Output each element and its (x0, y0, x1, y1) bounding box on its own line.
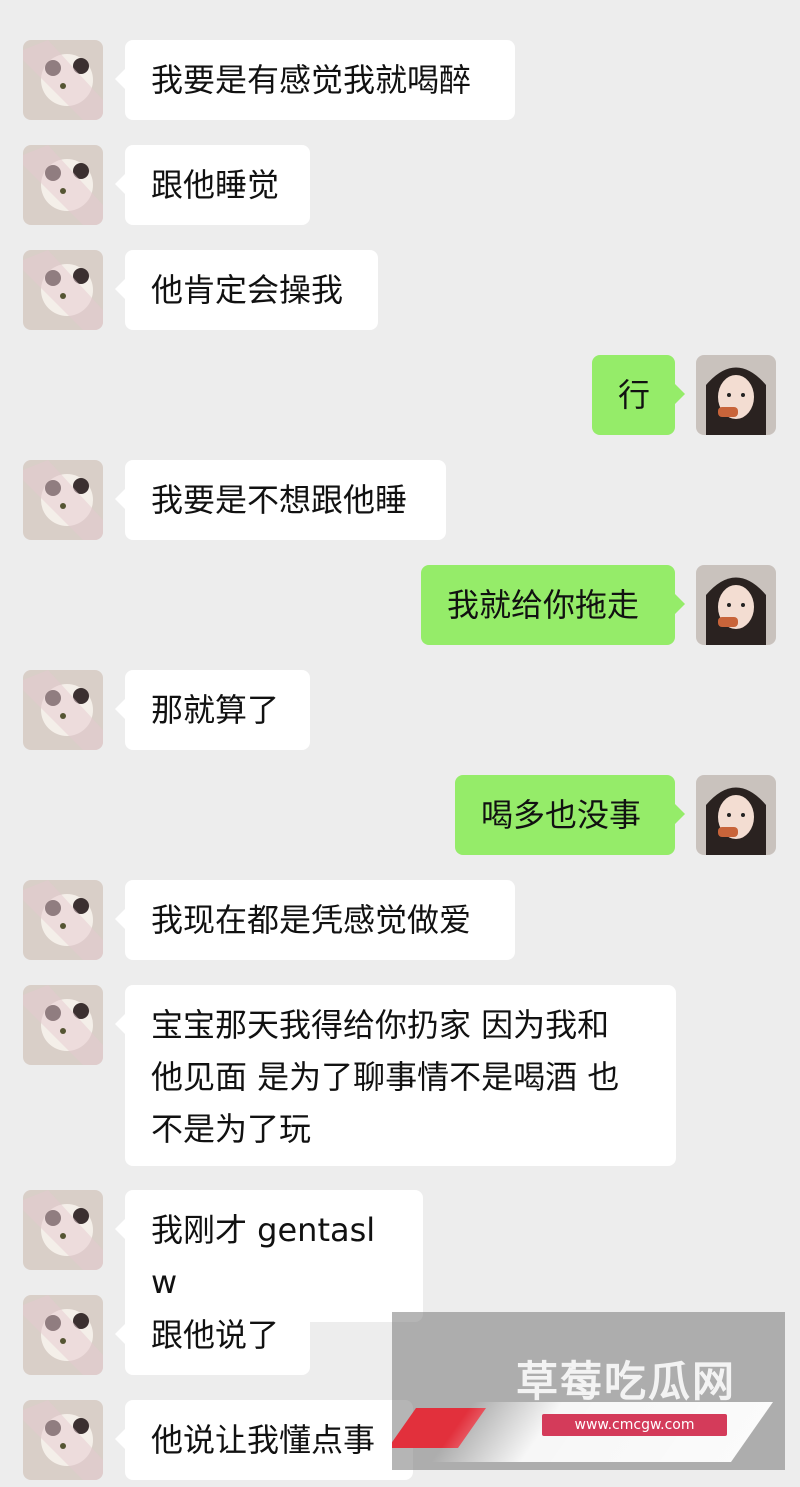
message-text: 跟他说了 (151, 1316, 280, 1354)
message-text: 我要是不想跟他睡 (151, 481, 408, 519)
plush-toy-avatar-icon[interactable] (23, 1400, 103, 1480)
message-text: 他说让我懂点事 (151, 1421, 376, 1459)
plush-toy-avatar-icon[interactable] (23, 670, 103, 750)
site-watermark: 草莓吃瓜网 www.cmcgw.com (392, 1312, 785, 1470)
plush-toy-avatar-icon[interactable] (23, 460, 103, 540)
plush-toy-avatar-icon[interactable] (23, 40, 103, 120)
message-bubble[interactable]: 我就给你拖走 (421, 565, 685, 645)
message-text: 我刚才 gentaslw (151, 1211, 376, 1301)
message-bubble[interactable]: 行 (592, 355, 685, 435)
watermark-url: www.cmcgw.com (542, 1414, 727, 1436)
plush-toy-avatar-icon[interactable] (23, 1190, 103, 1270)
message-bubble[interactable]: 喝多也没事 (455, 775, 685, 855)
plush-toy-avatar-icon[interactable] (23, 145, 103, 225)
message-text: 我就给你拖走 (447, 586, 640, 624)
message-text: 喝多也没事 (481, 796, 642, 834)
plush-toy-avatar-icon[interactable] (23, 1295, 103, 1375)
girl-photo-avatar-icon[interactable] (696, 775, 776, 855)
message-text: 他肯定会操我 (151, 271, 344, 309)
plush-toy-avatar-icon[interactable] (23, 880, 103, 960)
message-text: 行 (618, 376, 651, 414)
plush-toy-avatar-icon[interactable] (23, 250, 103, 330)
message-text: 我现在都是凭感觉做爱 (151, 901, 472, 939)
message-bubble[interactable]: 宝宝那天我得给你扔家 因为我和 他见面 是为了聊事情不是喝酒 也 不是为了玩 (115, 985, 676, 1166)
message-text: 那就算了 (151, 691, 280, 729)
message-bubble[interactable]: 跟他说了 (115, 1295, 310, 1375)
message-text: 宝宝那天我得给你扔家 因为我和 他见面 是为了聊事情不是喝酒 也 不是为了玩 (151, 1006, 620, 1148)
chat-window: 我要是有感觉我就喝醉 跟他睡觉 他肯定会操我 行 我要是不想跟他睡 我就给你拖走… (0, 0, 800, 1487)
message-bubble[interactable]: 我现在都是凭感觉做爱 (115, 880, 515, 960)
message-text: 我要是有感觉我就喝醉 (151, 61, 472, 99)
watermark-title: 草莓吃瓜网 (516, 1357, 737, 1406)
plush-toy-avatar-icon[interactable] (23, 985, 103, 1065)
message-bubble[interactable]: 他肯定会操我 (115, 250, 378, 330)
message-bubble[interactable]: 他说让我懂点事 (115, 1400, 413, 1480)
message-bubble[interactable]: 那就算了 (115, 670, 310, 750)
message-bubble[interactable]: 跟他睡觉 (115, 145, 310, 225)
girl-photo-avatar-icon[interactable] (696, 565, 776, 645)
message-bubble[interactable]: 我要是不想跟他睡 (115, 460, 446, 540)
girl-photo-avatar-icon[interactable] (696, 355, 776, 435)
message-bubble[interactable]: 我要是有感觉我就喝醉 (115, 40, 515, 120)
message-text: 跟他睡觉 (151, 166, 280, 204)
